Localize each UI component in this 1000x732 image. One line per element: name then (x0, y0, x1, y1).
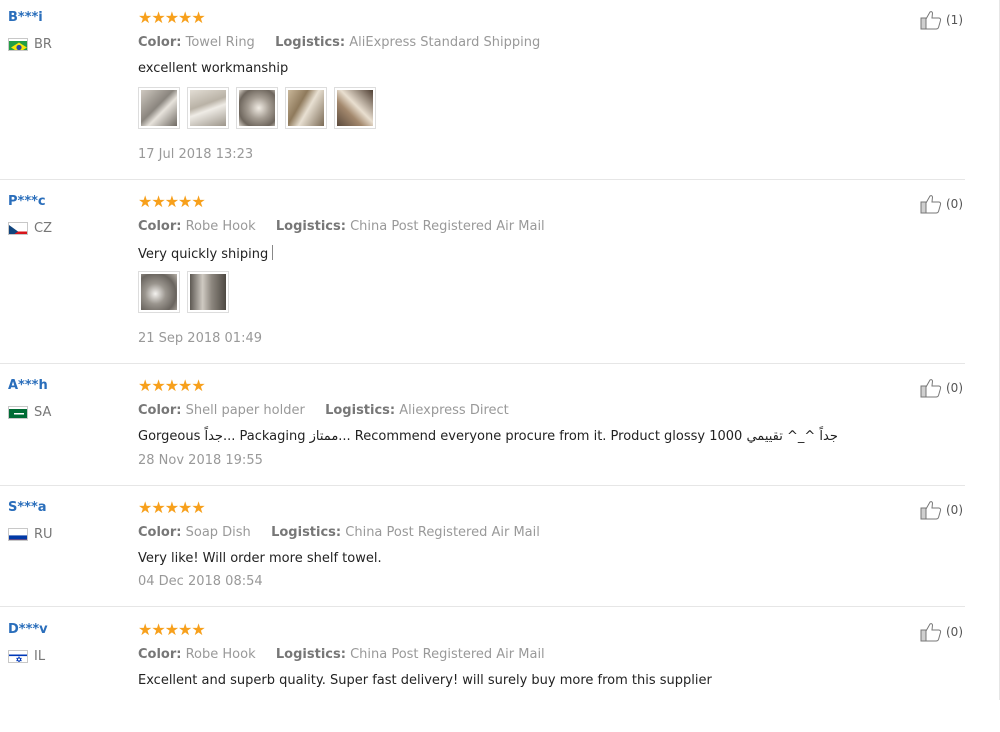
thumbs-up-icon (920, 378, 942, 398)
review-text: Very like! Will order more shelf towel. (138, 551, 382, 566)
color-label: Color: (138, 403, 181, 418)
reviewer-name[interactable]: P***c (8, 194, 46, 209)
logistics-label: Logistics: (276, 647, 346, 662)
helpful-count: (1) (946, 13, 963, 27)
review-photo-thumbnail[interactable] (187, 271, 229, 313)
reviewer-name[interactable]: A***h (8, 378, 48, 393)
thumbs-up-icon (920, 10, 942, 30)
thumbs-up-icon (920, 622, 942, 642)
review-photo-thumbnail[interactable] (236, 87, 278, 129)
text-cursor (272, 245, 273, 260)
star-rating: ★★★★★ (138, 9, 205, 27)
thumbs-up-icon (920, 194, 942, 214)
review-text: Gorgeous جداً... Packaging ممتاز... Reco… (138, 429, 838, 444)
review-photos (138, 87, 383, 131)
color-value: Robe Hook (186, 647, 256, 662)
country-code: IL (34, 649, 45, 664)
review-meta: Color: Shell paper holder Logistics: Ali… (138, 403, 509, 418)
review-item: D***v IL ★★★★★ Color: Robe Hook Logistic… (0, 612, 965, 732)
review-photo-thumbnail[interactable] (285, 87, 327, 129)
reviewer-name[interactable]: S***a (8, 500, 47, 515)
logistics-label: Logistics: (276, 219, 346, 234)
helpful-count: (0) (946, 381, 963, 395)
country-code: CZ (34, 221, 52, 236)
country-code: RU (34, 527, 53, 542)
logistics-value: AliExpress Standard Shipping (349, 35, 540, 50)
review-date: 28 Nov 2018 19:55 (138, 453, 263, 468)
helpful-count: (0) (946, 625, 963, 639)
color-value: Robe Hook (186, 219, 256, 234)
review-meta: Color: Towel Ring Logistics: AliExpress … (138, 35, 540, 50)
star-rating: ★★★★★ (138, 377, 205, 395)
review-meta: Color: Robe Hook Logistics: China Post R… (138, 647, 545, 662)
russia-flag-icon (8, 528, 28, 541)
reviewer-name[interactable]: B***i (8, 10, 43, 25)
review-date: 21 Sep 2018 01:49 (138, 331, 262, 346)
color-label: Color: (138, 35, 181, 50)
israel-flag-icon (8, 650, 28, 663)
review-item: A***h SA ★★★★★ Color: Shell paper holder… (0, 368, 965, 486)
logistics-label: Logistics: (325, 403, 395, 418)
star-rating: ★★★★★ (138, 193, 205, 211)
color-value: Soap Dish (186, 525, 251, 540)
reviewer-name[interactable]: D***v (8, 622, 48, 637)
helpful-count: (0) (946, 503, 963, 517)
star-rating: ★★★★★ (138, 499, 205, 517)
review-meta: Color: Soap Dish Logistics: China Post R… (138, 525, 540, 540)
logistics-value: China Post Registered Air Mail (345, 525, 540, 540)
color-value: Shell paper holder (186, 403, 305, 418)
brazil-flag-icon (8, 38, 28, 51)
logistics-label: Logistics: (271, 525, 341, 540)
country-code: SA (34, 405, 51, 420)
review-photo-thumbnail[interactable] (138, 271, 180, 313)
logistics-value: China Post Registered Air Mail (350, 647, 545, 662)
star-rating: ★★★★★ (138, 621, 205, 639)
review-text-row: Very quickly shiping (138, 245, 273, 262)
color-value: Towel Ring (186, 35, 255, 50)
czech-flag-icon (8, 222, 28, 235)
logistics-value: China Post Registered Air Mail (350, 219, 545, 234)
review-photo-thumbnail[interactable] (187, 87, 229, 129)
review-text: Very quickly shiping (138, 247, 268, 262)
review-photo-thumbnail[interactable] (334, 87, 376, 129)
helpful-count: (0) (946, 197, 963, 211)
review-text: Excellent and superb quality. Super fast… (138, 673, 712, 688)
color-label: Color: (138, 525, 181, 540)
saudi-flag-icon (8, 406, 28, 419)
review-item: S***a RU ★★★★★ Color: Soap Dish Logistic… (0, 490, 965, 607)
review-meta: Color: Robe Hook Logistics: China Post R… (138, 219, 545, 234)
color-label: Color: (138, 219, 181, 234)
review-photos (138, 271, 236, 315)
review-date: 17 Jul 2018 13:23 (138, 147, 253, 162)
review-date: 04 Dec 2018 08:54 (138, 574, 263, 589)
review-item: B***i BR ★★★★★ Color: Towel Ring Logisti… (0, 0, 965, 180)
country-code: BR (34, 37, 52, 52)
review-item: P***c CZ ★★★★★ Color: Robe Hook Logistic… (0, 184, 965, 364)
review-photo-thumbnail[interactable] (138, 87, 180, 129)
thumbs-up-icon (920, 500, 942, 520)
logistics-label: Logistics: (275, 35, 345, 50)
color-label: Color: (138, 647, 181, 662)
review-text: excellent workmanship (138, 61, 288, 76)
logistics-value: Aliexpress Direct (399, 403, 509, 418)
